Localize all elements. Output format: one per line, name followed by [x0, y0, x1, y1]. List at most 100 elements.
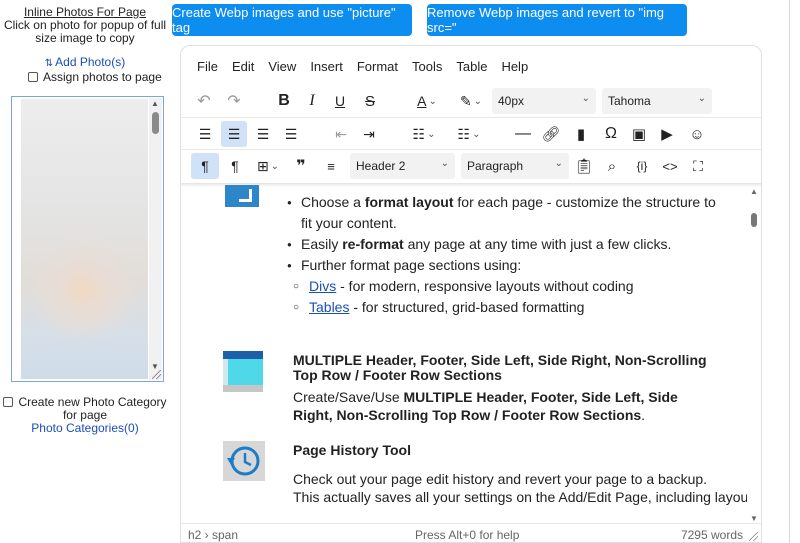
- list-item: Choose a format layout for each page - c…: [287, 192, 721, 234]
- menu-view[interactable]: View: [268, 59, 296, 74]
- assign-photos-checkbox[interactable]: [28, 72, 38, 82]
- template-code-icon[interactable]: {i}: [631, 153, 653, 179]
- bookmark-icon[interactable]: ▮: [569, 121, 593, 147]
- align-justify-icon[interactable]: ☰: [279, 121, 303, 147]
- italic-icon[interactable]: I: [301, 88, 323, 114]
- numbered-list-icon[interactable]: ☷ ⌄: [451, 121, 487, 147]
- link-icon[interactable]: 🔗︎: [539, 121, 563, 147]
- ltr-direction-icon[interactable]: ¶: [191, 153, 219, 179]
- toolbar-row-3: ¶ ¶ ⊞ ⌄ ❞ ≡ Header 2 ⌄ Paragraph ⌄ 📋︎ ⌕ {i}…: [181, 150, 761, 182]
- paragraph-format-select[interactable]: Paragraph ⌄: [461, 153, 569, 179]
- add-photos-label: Add Photo(s): [55, 55, 126, 69]
- menu-format[interactable]: Format: [357, 59, 398, 74]
- scroll-down-arrow-icon[interactable]: ▼: [750, 514, 758, 523]
- list-item: Divs - for modern, responsive layouts wi…: [293, 276, 721, 297]
- align-left-icon[interactable]: ☰: [193, 121, 217, 147]
- page-history-title: Page History Tool: [293, 442, 411, 458]
- fullscreen-icon[interactable]: ⛶: [687, 153, 709, 179]
- strikethrough-icon[interactable]: S: [359, 88, 381, 114]
- underline-icon[interactable]: U: [329, 88, 351, 114]
- resize-grip-icon[interactable]: [749, 532, 758, 541]
- menu-table[interactable]: Table: [456, 59, 487, 74]
- remove-webp-button[interactable]: Remove Webp images and revert to "img sr…: [427, 4, 687, 36]
- photo-thumbnail[interactable]: [21, 99, 148, 379]
- align-center-icon[interactable]: ☰: [221, 121, 247, 147]
- page-edge-divider: [789, 0, 790, 543]
- photo-list-box[interactable]: ▲ ▼: [11, 96, 164, 382]
- create-webp-button[interactable]: Create Webp images and use "picture" tag: [172, 4, 412, 36]
- assign-photos-row: Assign photos to page: [28, 70, 162, 84]
- scroll-thumb[interactable]: [152, 112, 159, 134]
- indent-icon[interactable]: ⇥: [357, 121, 381, 147]
- editor-content[interactable]: Choose a format layout for each page - c…: [181, 185, 747, 523]
- font-size-value: 40px: [498, 94, 525, 108]
- add-photos-link[interactable]: ⇅ Add Photo(s): [0, 55, 170, 69]
- menu-tools[interactable]: Tools: [412, 59, 442, 74]
- multiple-sections-title: MULTIPLE Header, Footer, Side Left, Side…: [293, 352, 707, 383]
- feature-list: Choose a format layout for each page - c…: [287, 192, 721, 318]
- source-code-icon[interactable]: <>: [659, 153, 681, 179]
- undo-icon[interactable]: ↶: [193, 88, 215, 114]
- font-family-select[interactable]: Tahoma ⌄: [602, 88, 712, 114]
- media-icon[interactable]: ▶: [655, 121, 679, 147]
- rtl-direction-icon[interactable]: ¶: [223, 153, 247, 179]
- toolbar-row-2: ☰ ☰ ☰ ☰ ⇤ ⇥ ☷ ⌄ ☷ ⌄ — 🔗︎ ▮ Ω ▣ ▶ ☺: [181, 118, 761, 150]
- editor-statusbar: h2 › span Press Alt+0 for help 7295 word…: [181, 523, 761, 542]
- table-icon[interactable]: ⊞ ⌄: [251, 153, 285, 179]
- bold-icon[interactable]: B: [273, 88, 295, 114]
- special-character-icon[interactable]: Ω: [599, 121, 623, 147]
- resize-grip-icon[interactable]: [152, 370, 161, 379]
- horizontal-line-icon[interactable]: —: [511, 121, 535, 147]
- align-right-icon[interactable]: ☰: [251, 121, 275, 147]
- chevron-down-icon: ⌄: [440, 158, 449, 169]
- blockquote-icon[interactable]: ❞: [291, 153, 311, 179]
- tables-link[interactable]: Tables: [309, 299, 349, 315]
- photo-list-scrollbar[interactable]: ▲ ▼: [149, 98, 162, 380]
- block-format-select[interactable]: Header 2 ⌄: [350, 153, 455, 179]
- highlight-color-icon[interactable]: ✎ ⌄: [453, 88, 489, 114]
- bullet-list-icon[interactable]: ☷ ⌄: [407, 121, 441, 147]
- menu-file[interactable]: File: [197, 59, 218, 74]
- help-hint: Press Alt+0 for help: [415, 528, 520, 542]
- assign-photos-label: Assign photos to page: [43, 70, 162, 84]
- paragraph-format-value: Paragraph: [467, 159, 524, 173]
- create-category-checkbox[interactable]: [3, 397, 14, 407]
- sub-list: Divs - for modern, responsive layouts wi…: [293, 276, 721, 318]
- menu-edit[interactable]: Edit: [232, 59, 254, 74]
- list-item: Tables - for structured, grid-based form…: [293, 297, 721, 318]
- photo-categories-link[interactable]: Photo Categories(0): [0, 422, 170, 435]
- line-height-icon[interactable]: ≡: [319, 153, 343, 179]
- toolbar-row-1: ↶ ↷ B I U S A ⌄ ✎ ⌄ 40px ⌄ Tahoma ⌄: [181, 85, 761, 117]
- scroll-thumb[interactable]: [751, 213, 757, 227]
- scroll-up-arrow-icon[interactable]: ▲: [750, 187, 758, 196]
- redo-icon[interactable]: ↷: [223, 88, 245, 114]
- menu-help[interactable]: Help: [501, 59, 528, 74]
- page-history-text: Check out your page edit history and rev…: [293, 471, 747, 505]
- list-item: Easily re-format any page at any time wi…: [287, 234, 721, 255]
- divs-link[interactable]: Divs: [309, 278, 336, 294]
- paste-icon[interactable]: 📋︎: [573, 153, 595, 179]
- inline-photos-header: Inline Photos For Page Click on photo fo…: [0, 6, 170, 45]
- create-category-row: Create new Photo Category for page Photo…: [0, 396, 170, 435]
- editor-menubar: File Edit View Insert Format Tools Table…: [197, 59, 542, 74]
- history-icon: [223, 441, 265, 481]
- block-format-value: Header 2: [356, 159, 406, 173]
- inline-photos-panel: Inline Photos For Page Click on photo fo…: [0, 0, 170, 543]
- outdent-icon[interactable]: ⇤: [329, 121, 353, 147]
- scroll-up-arrow-icon[interactable]: ▲: [151, 99, 159, 108]
- multiple-sections-text: Create/Save/Use MULTIPLE Header, Footer,…: [293, 389, 678, 423]
- editor-scrollbar[interactable]: ▲ ▼: [749, 187, 759, 523]
- chevron-down-icon: ⌄: [554, 158, 563, 169]
- text-color-icon[interactable]: A ⌄: [409, 88, 445, 114]
- search-icon[interactable]: ⌕: [601, 153, 623, 179]
- font-size-select[interactable]: 40px ⌄: [492, 88, 596, 114]
- menu-insert[interactable]: Insert: [310, 59, 343, 74]
- chevron-down-icon: ⌄: [581, 93, 590, 104]
- emoticon-icon[interactable]: ☺: [685, 121, 709, 147]
- inline-photos-description: Click on photo for popup of full size im…: [3, 18, 167, 45]
- chevron-down-icon: ⌄: [697, 93, 706, 104]
- font-family-value: Tahoma: [608, 94, 651, 108]
- element-path[interactable]: h2 › span: [188, 528, 238, 542]
- image-icon[interactable]: ▣: [627, 121, 651, 147]
- word-count[interactable]: 7295 words: [681, 528, 743, 542]
